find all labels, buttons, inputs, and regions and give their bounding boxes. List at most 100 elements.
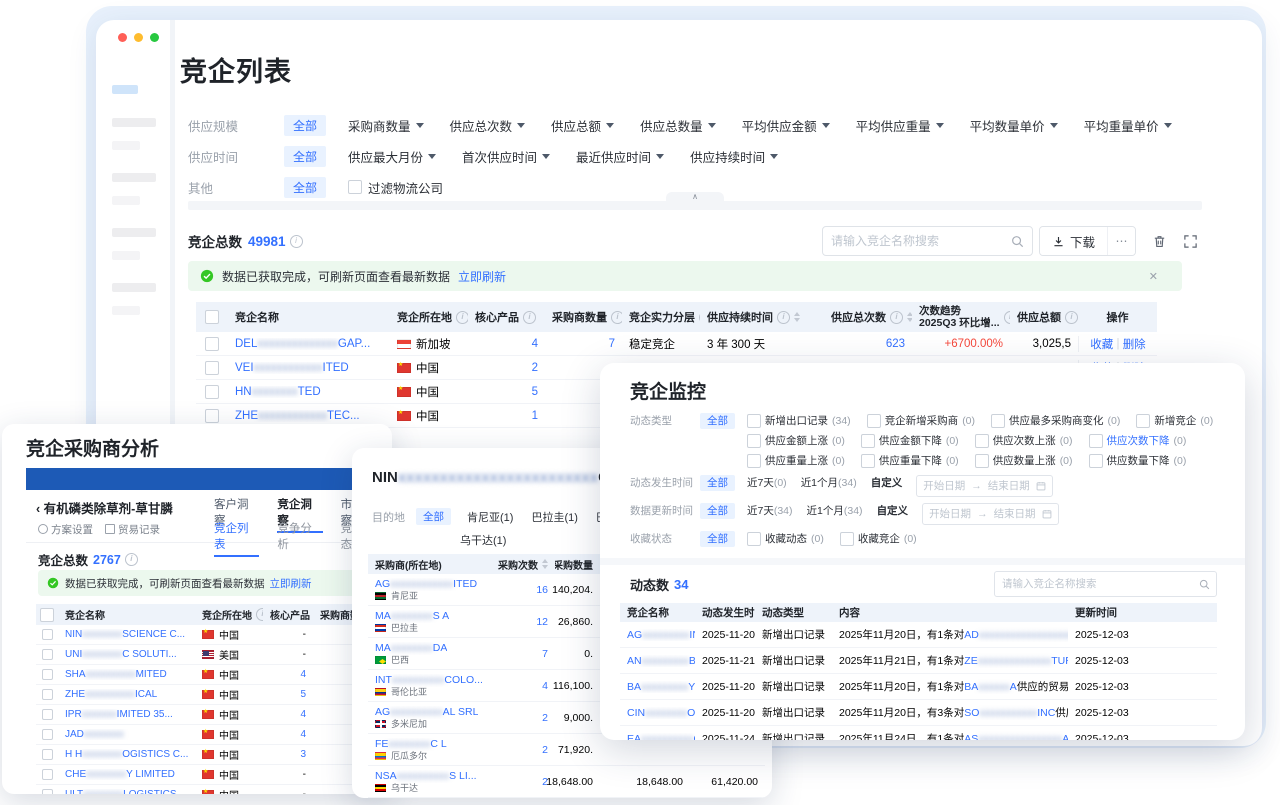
checkbox[interactable] [205, 310, 219, 324]
custom-option[interactable]: 自定义 [877, 503, 909, 519]
core-products-cell[interactable]: 5 [468, 386, 545, 398]
filter-all-chip[interactable]: 全部 [284, 146, 326, 167]
destination-option[interactable]: 乌干达(1) [460, 532, 506, 548]
filter-dropdown[interactable]: 最近供应时间 [576, 147, 664, 166]
checkbox[interactable] [1089, 454, 1103, 468]
monitor-search[interactable] [994, 571, 1217, 597]
checkbox[interactable] [42, 669, 53, 680]
core-products-cell[interactable]: 4 [263, 669, 313, 680]
purchase-times-cell[interactable]: 2 [492, 744, 555, 756]
filter-all-chip[interactable]: 全部 [700, 531, 735, 547]
subtab-competition-analysis[interactable]: 竞争分析 [277, 520, 322, 557]
text[interactable]: OGISTICS C... [122, 749, 188, 760]
filter-checkbox[interactable]: 供应数量下降(0) [1089, 453, 1187, 469]
text[interactable]: MA [375, 642, 391, 654]
core-products-cell[interactable]: 4 [263, 709, 313, 720]
text[interactable]: NSA [375, 770, 397, 782]
purchase-times-cell[interactable]: 4 [492, 680, 555, 692]
checkbox[interactable] [205, 385, 219, 399]
checkbox[interactable] [975, 454, 989, 468]
text[interactable]: INC [1037, 707, 1055, 719]
filter-checkbox[interactable]: 供应最多采购商变化(0) [991, 413, 1120, 429]
checkbox[interactable] [867, 414, 881, 428]
checkbox[interactable] [348, 180, 362, 194]
favorite-link[interactable]: 收藏 [1090, 336, 1113, 352]
text[interactable]: JAD [65, 729, 84, 740]
core-products-cell[interactable]: 2 [468, 362, 545, 374]
text[interactable]: LOGISTICS ... [123, 789, 187, 794]
text[interactable]: SO [964, 707, 979, 719]
supply-times-cell[interactable]: 623 [824, 338, 912, 350]
time-option[interactable]: 近1个月(34) [807, 503, 863, 519]
sidebar-item[interactable] [112, 85, 138, 94]
checkbox[interactable] [42, 689, 53, 700]
text[interactable]: AN [627, 655, 642, 667]
filter-dropdown[interactable]: 平均数量单价 [970, 116, 1058, 135]
download-button[interactable]: 下载 [1040, 227, 1107, 255]
delete-button[interactable] [1147, 229, 1171, 253]
checkbox[interactable] [42, 789, 53, 794]
checkbox[interactable] [747, 532, 761, 546]
checkbox[interactable] [861, 434, 875, 448]
text[interactable]: AS [964, 733, 978, 741]
text[interactable]: CHE [65, 769, 86, 780]
text[interactable]: ZHE [65, 689, 85, 700]
core-products-cell[interactable]: 4 [263, 729, 313, 740]
delete-link[interactable]: 删除 [1123, 336, 1146, 352]
filter-checkbox[interactable]: 供应金额上涨(0) [747, 433, 845, 449]
text[interactable]: CIN [627, 707, 645, 719]
refresh-now-link[interactable]: 立即刷新 [458, 268, 506, 285]
subtab-competitor-list[interactable]: 竞企列表 [214, 520, 259, 557]
trade-records-button[interactable]: 贸易记录 [105, 522, 160, 537]
time-option[interactable]: 近7天(34) [747, 503, 793, 519]
sidebar-item[interactable] [112, 141, 140, 150]
competitor-search-input[interactable] [822, 226, 1033, 256]
checkbox[interactable] [205, 409, 219, 423]
filter-dropdown[interactable]: 采购商数量 [348, 116, 424, 135]
checkbox[interactable] [975, 434, 989, 448]
filter-all-chip[interactable]: 全部 [700, 503, 735, 519]
text[interactable]: C L [430, 738, 446, 750]
filter-checkbox[interactable]: 过滤物流公司 [348, 178, 443, 197]
filter-checkbox[interactable]: 供应次数下降(0) [1089, 433, 1187, 449]
text[interactable]: MA [375, 610, 391, 622]
text[interactable]: OGIS... [687, 707, 695, 719]
text[interactable]: FE [375, 738, 388, 750]
text[interactable]: A [1010, 681, 1017, 693]
sidebar-item[interactable] [112, 196, 140, 205]
checkbox[interactable] [42, 729, 53, 740]
filter-checkbox[interactable]: 新增竞企(0) [1136, 413, 1213, 429]
text[interactable]: ITED [323, 362, 349, 374]
text[interactable]: SHA [65, 669, 86, 680]
text[interactable]: ITED [453, 578, 477, 590]
text[interactable]: COLO... [444, 674, 483, 686]
text[interactable]: TURE COR [1051, 655, 1068, 667]
back-icon[interactable]: ‹ [36, 502, 40, 516]
search-input[interactable] [823, 234, 1011, 248]
filter-checkbox[interactable]: 供应重量上涨(0) [747, 453, 845, 469]
core-products-cell[interactable]: 3 [263, 749, 313, 760]
text[interactable]: DEL [235, 338, 257, 350]
filter-dropdown[interactable]: 首次供应时间 [462, 147, 550, 166]
filter-checkbox[interactable]: 供应重量下降(0) [861, 453, 959, 469]
text[interactable]: H H [65, 749, 82, 760]
text[interactable]: AD [964, 629, 979, 641]
text[interactable]: ICAL [135, 689, 157, 700]
sort-icon[interactable] [794, 309, 800, 325]
filter-dropdown[interactable]: 供应总额 [551, 116, 614, 135]
checkbox[interactable] [205, 361, 219, 375]
text[interactable]: AG [375, 706, 390, 718]
text[interactable]: C SOLUTI... [122, 649, 176, 660]
text[interactable]: IPR [65, 709, 82, 720]
filter-checkbox[interactable]: 收藏竞企(0) [840, 531, 917, 547]
sidebar-item[interactable] [112, 283, 156, 292]
text[interactable]: DA [433, 642, 448, 654]
checkbox[interactable] [42, 709, 53, 720]
filter-checkbox[interactable]: 新增出口记录(34) [747, 413, 851, 429]
filter-all-chip[interactable]: 全部 [700, 413, 735, 429]
text[interactable]: EA [627, 733, 641, 741]
text[interactable]: GAP... [338, 338, 370, 350]
sidebar-item[interactable] [112, 251, 140, 260]
checkbox[interactable] [42, 629, 53, 640]
destination-all-chip[interactable]: 全部 [416, 508, 451, 525]
